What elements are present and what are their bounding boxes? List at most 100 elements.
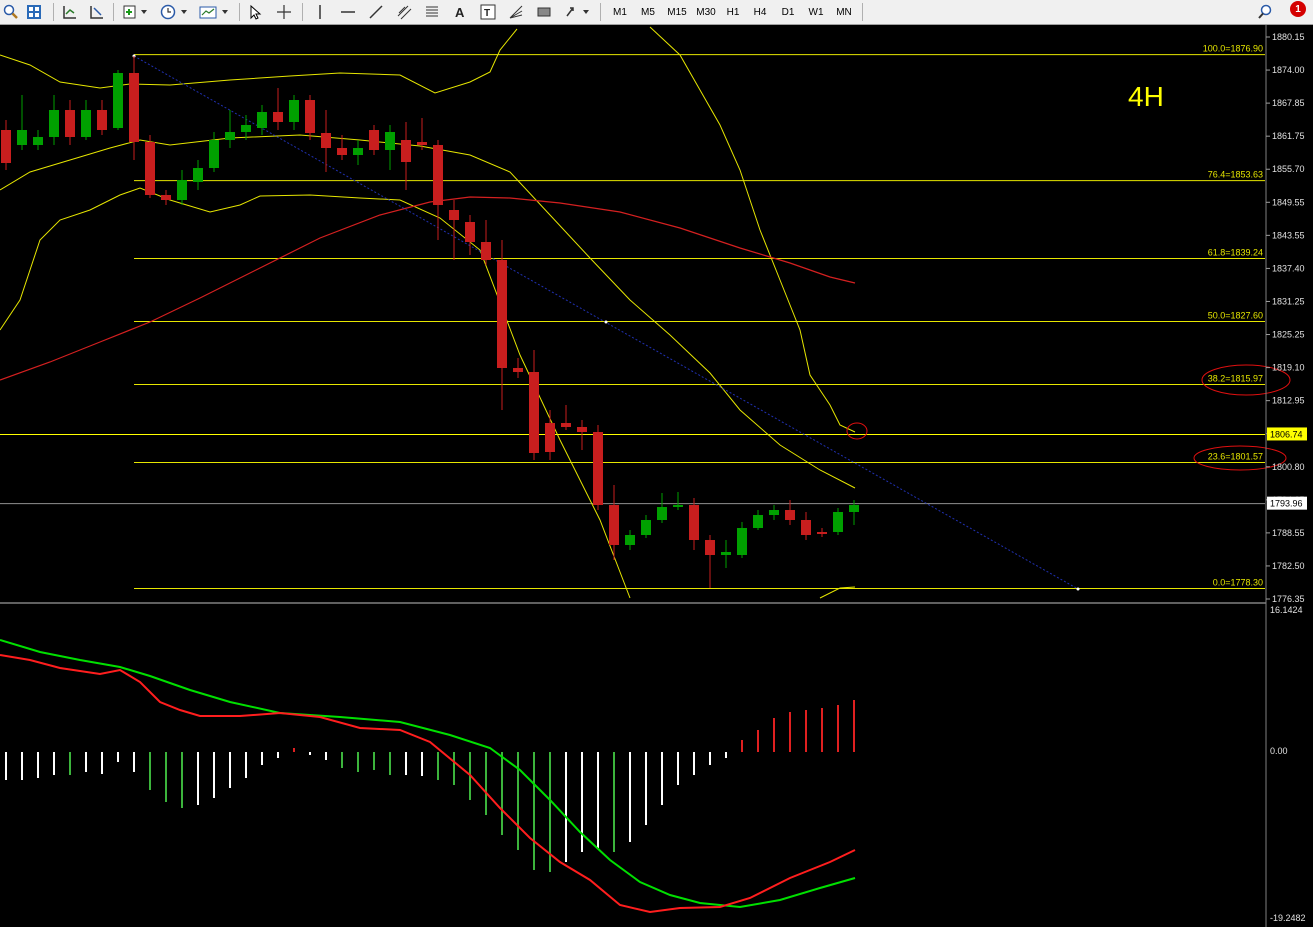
candle-body xyxy=(465,222,475,242)
signal-line-red xyxy=(0,654,856,914)
candle-body xyxy=(625,535,635,545)
search-icon[interactable] xyxy=(1255,2,1275,22)
candle-body xyxy=(481,242,491,260)
indicator-axis-bottom: -19.2482 xyxy=(1270,913,1306,923)
indicator-axis-zero: 0.00 xyxy=(1270,746,1288,756)
timeframe-h1[interactable]: H1 xyxy=(721,2,745,22)
candle-body xyxy=(97,110,107,130)
candle-body xyxy=(561,423,571,427)
candle-body xyxy=(513,368,523,372)
candle-body xyxy=(49,110,59,137)
price-axis-label: 1861.75 xyxy=(1272,131,1305,141)
candle-body xyxy=(545,423,555,452)
price-axis-label: 1855.70 xyxy=(1272,164,1305,174)
svg-text:T: T xyxy=(484,8,490,19)
chart-area[interactable]: 100.0=1876.90 76.4=1853.63 61.8=1839.24 50.… xyxy=(0,25,1313,927)
candle-body xyxy=(705,540,715,555)
candle-body xyxy=(721,552,731,555)
candle-body xyxy=(81,110,91,137)
candle-body xyxy=(449,210,459,220)
text-icon[interactable]: A xyxy=(450,2,470,22)
price-axis-label: 1800.80 xyxy=(1272,462,1305,472)
candle-body xyxy=(257,112,267,128)
price-axis-label: 1867.85 xyxy=(1272,98,1305,108)
timeframe-m30[interactable]: M30 xyxy=(692,2,720,22)
templates-dropdown-icon[interactable] xyxy=(197,2,231,22)
trendline-anchor xyxy=(604,320,608,324)
candle-body xyxy=(209,140,219,168)
candle-body xyxy=(433,145,443,205)
candle-body xyxy=(833,512,843,532)
cursor-icon[interactable] xyxy=(245,2,265,22)
candle-body xyxy=(177,180,187,200)
price-axis-label: 1819.10 xyxy=(1272,363,1305,373)
horizontal-line-icon[interactable] xyxy=(338,2,358,22)
fib-level-label: 38.2=1815.97 xyxy=(1208,373,1263,383)
candle-body xyxy=(305,100,315,133)
fib-level-label: 0.0=1778.30 xyxy=(1213,577,1263,587)
chart-shift-icon[interactable] xyxy=(87,2,107,22)
fib-level-label: 100.0=1876.90 xyxy=(1203,44,1263,54)
candle-body xyxy=(801,520,811,535)
trendline-icon[interactable] xyxy=(366,2,386,22)
candle-body xyxy=(353,148,363,155)
candle-body xyxy=(817,532,827,534)
rectangle-icon[interactable] xyxy=(534,2,554,22)
candle-body xyxy=(673,505,683,507)
price-axis-label: 1782.50 xyxy=(1272,561,1305,571)
timeframe-mn[interactable]: MN xyxy=(830,2,858,22)
candle-body xyxy=(593,432,603,505)
candle-body xyxy=(641,520,651,535)
indicators-dropdown-icon[interactable] xyxy=(120,2,150,22)
signal-line-green xyxy=(0,639,856,909)
price-axis-label: 1788.55 xyxy=(1272,528,1305,538)
timeframe-w1[interactable]: W1 xyxy=(804,2,828,22)
price-axis-label: 1812.95 xyxy=(1272,396,1305,406)
fibonacci-icon[interactable] xyxy=(422,2,442,22)
candle-body xyxy=(129,73,139,142)
candle-body xyxy=(417,142,427,145)
auto-scroll-icon[interactable] xyxy=(60,2,80,22)
channel-icon[interactable] xyxy=(394,2,414,22)
timeframe-d1[interactable]: D1 xyxy=(776,2,800,22)
vertical-line-icon[interactable] xyxy=(310,2,330,22)
periods-dropdown-icon[interactable] xyxy=(158,2,190,22)
price-axis-label: 1880.15 xyxy=(1272,32,1305,42)
zoom-in-icon[interactable] xyxy=(2,2,20,22)
price-axis-label: 1837.40 xyxy=(1272,263,1305,273)
bollinger-upper xyxy=(0,28,518,94)
timeframe-m1[interactable]: M1 xyxy=(607,2,633,22)
candle-body xyxy=(577,427,587,432)
arrows-dropdown-icon[interactable] xyxy=(562,2,592,22)
fibo-fan-icon[interactable] xyxy=(506,2,526,22)
candle-body xyxy=(241,125,251,132)
current-price-label: 1793.96 xyxy=(1270,499,1303,509)
candle-body xyxy=(65,110,75,137)
tile-windows-icon[interactable] xyxy=(24,2,44,22)
timeframe-label: 4H xyxy=(1128,81,1164,112)
fib-level-label: 23.6=1801.57 xyxy=(1208,451,1263,461)
text-label-icon[interactable]: T xyxy=(478,2,498,22)
ellipse-annotation xyxy=(846,422,868,440)
candle-body xyxy=(17,130,27,145)
candle-body xyxy=(337,148,347,155)
candle-body xyxy=(753,515,763,528)
alert-badge[interactable]: 1 xyxy=(1290,1,1306,17)
candle-body xyxy=(225,132,235,140)
price-axis-label: 1843.55 xyxy=(1272,230,1305,240)
svg-text:A: A xyxy=(455,5,465,20)
candle-body xyxy=(401,140,411,162)
timeframe-h4[interactable]: H4 xyxy=(748,2,772,22)
price-axis-label: 1776.35 xyxy=(1272,594,1305,604)
candle-body xyxy=(385,132,395,150)
price-axis-label: 1825.25 xyxy=(1272,330,1305,340)
timeframe-m5[interactable]: M5 xyxy=(635,2,661,22)
bollinger-middle xyxy=(0,134,856,489)
candle-body xyxy=(849,505,859,512)
price-axis-label: 1874.00 xyxy=(1272,65,1305,75)
candle-body xyxy=(497,260,507,368)
candle-body xyxy=(289,100,299,122)
candle-body xyxy=(33,137,43,145)
crosshair-icon[interactable] xyxy=(274,2,294,22)
timeframe-m15[interactable]: M15 xyxy=(663,2,691,22)
